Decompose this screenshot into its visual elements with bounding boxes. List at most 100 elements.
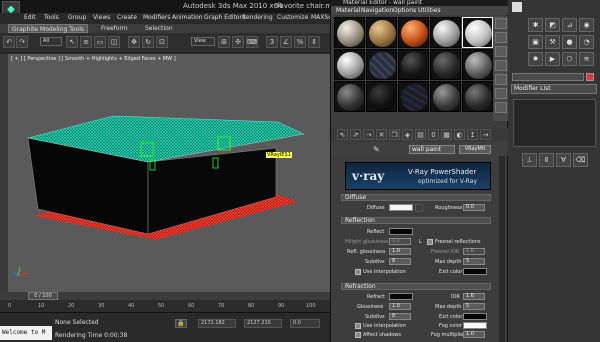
redo-icon[interactable]: ↷: [16, 36, 28, 48]
diffuse-color-swatch[interactable]: [389, 204, 413, 211]
options-icon[interactable]: [495, 102, 507, 113]
material-slot-10[interactable]: [462, 49, 493, 80]
object-name-field[interactable]: [512, 73, 584, 81]
section-refraction[interactable]: Refraction: [341, 283, 491, 290]
material-slot-5-active[interactable]: [462, 17, 493, 48]
geometry-icon[interactable]: ●: [562, 35, 577, 49]
rect-selection-icon[interactable]: ▭: [94, 36, 106, 48]
tab-graphite-modeling[interactable]: Graphite Modeling Tools: [8, 24, 89, 33]
selection-filter-dropdown[interactable]: All: [40, 37, 62, 46]
refl-exit-color-swatch[interactable]: [463, 268, 487, 275]
put-to-scene-icon[interactable]: ⇗: [350, 129, 361, 140]
material-slot-1[interactable]: [334, 17, 365, 48]
refl-interp-checkbox[interactable]: [355, 269, 361, 275]
material-slot-7[interactable]: [366, 49, 397, 80]
reflect-color-swatch[interactable]: [389, 228, 413, 235]
me-menu-material[interactable]: Material: [336, 7, 360, 14]
material-slot-11[interactable]: [334, 81, 365, 112]
go-forward-sibling-icon[interactable]: →: [480, 129, 491, 140]
fresnel-checkbox[interactable]: [427, 239, 433, 245]
material-slot-9[interactable]: [430, 49, 461, 80]
menu-modifiers[interactable]: Modifiers: [143, 14, 170, 21]
diffuse-map-button[interactable]: [415, 204, 423, 212]
menu-create[interactable]: Create: [117, 14, 137, 21]
refr-glossiness-spinner[interactable]: 1.0: [389, 303, 411, 310]
refl-max-depth-spinner[interactable]: 5: [463, 258, 485, 265]
z-coordinate[interactable]: 0.0: [290, 319, 320, 328]
modifier-stack[interactable]: [513, 99, 596, 147]
fog-multiplier-spinner[interactable]: 1.0: [463, 331, 485, 338]
utilities-panel-icon[interactable]: ⚒: [545, 35, 560, 49]
copy-material-icon[interactable]: ❐: [389, 129, 400, 140]
track-bar[interactable]: 0 10 20 30 40 50 60 70 80 90 100: [0, 300, 330, 313]
fresnel-ior-spinner[interactable]: 1.6: [463, 248, 485, 255]
make-preview-icon[interactable]: [495, 88, 507, 99]
tab-freeform[interactable]: Freeform: [98, 24, 131, 33]
hierarchy-panel-icon[interactable]: ⊿: [562, 18, 577, 32]
put-to-library-icon[interactable]: ▤: [415, 129, 426, 140]
menu-edit[interactable]: Edit: [24, 14, 36, 21]
display-panel-icon[interactable]: ▣: [528, 35, 543, 49]
material-slot-3[interactable]: [398, 17, 429, 48]
section-diffuse[interactable]: Diffuse: [341, 194, 491, 201]
undo-icon[interactable]: ↶: [3, 36, 15, 48]
material-slot-14[interactable]: [430, 81, 461, 112]
material-slot-12[interactable]: [366, 81, 397, 112]
refract-color-swatch[interactable]: [389, 293, 413, 300]
menu-views[interactable]: Views: [93, 14, 110, 21]
window-crossing-icon[interactable]: ◫: [108, 36, 120, 48]
spinner-snap-icon[interactable]: ⇕: [308, 36, 320, 48]
pivot-icon[interactable]: ⊞: [218, 36, 230, 48]
material-slot-15[interactable]: [462, 81, 493, 112]
menu-customize[interactable]: Customize: [277, 14, 309, 21]
video-color-check-icon[interactable]: [495, 74, 507, 85]
material-id-icon[interactable]: 0: [428, 129, 439, 140]
fog-color-swatch[interactable]: [463, 322, 487, 329]
shapes-icon[interactable]: ◔: [579, 35, 594, 49]
refr-interp-checkbox[interactable]: [355, 323, 361, 329]
me-menu-utilities[interactable]: Utilities: [418, 7, 441, 14]
backlight-icon[interactable]: [495, 32, 507, 43]
material-slot-6[interactable]: [334, 49, 365, 80]
material-slot-8[interactable]: [398, 49, 429, 80]
lights-icon[interactable]: ✹: [528, 52, 543, 66]
select-by-name-icon[interactable]: ≡: [80, 36, 92, 48]
motion-panel-icon[interactable]: ◉: [579, 18, 594, 32]
affect-shadows-checkbox[interactable]: [355, 332, 361, 338]
material-slot-4[interactable]: [430, 17, 461, 48]
object-color-swatch[interactable]: [586, 73, 594, 81]
background-icon[interactable]: [495, 46, 507, 57]
refr-subdivs-spinner[interactable]: 8: [389, 313, 411, 320]
y-coordinate[interactable]: 2127.215: [244, 319, 282, 328]
refr-exit-color-swatch[interactable]: [463, 313, 487, 320]
section-reflection[interactable]: Reflection: [341, 217, 491, 224]
tab-selection[interactable]: Selection: [142, 24, 176, 33]
create-panel-icon[interactable]: ✱: [528, 18, 543, 32]
time-slider[interactable]: 0 / 100: [28, 292, 58, 300]
helpers-icon[interactable]: ⬡: [562, 52, 577, 66]
select-manipulate-icon[interactable]: ✣: [232, 36, 244, 48]
percent-snap-icon[interactable]: %: [294, 36, 306, 48]
keyboard-shortcut-icon[interactable]: ⌨: [246, 36, 258, 48]
sample-uv-tiling-icon[interactable]: [495, 60, 507, 71]
make-unique-icon[interactable]: ◈: [402, 129, 413, 140]
go-to-parent-icon[interactable]: ↥: [467, 129, 478, 140]
lock-hilight-toggle[interactable]: L: [419, 239, 422, 245]
refl-glossiness-spinner[interactable]: 1.0: [389, 248, 411, 255]
get-material-icon[interactable]: ⇖: [337, 129, 348, 140]
sample-type-icon[interactable]: [495, 18, 507, 29]
assign-to-selection-icon[interactable]: ⇢: [363, 129, 374, 140]
move-icon[interactable]: ✥: [128, 36, 140, 48]
hilight-glossiness-spinner[interactable]: 1.0: [389, 238, 411, 245]
x-coordinate[interactable]: 2172.182: [198, 319, 236, 328]
pick-material-icon[interactable]: ✎: [373, 145, 380, 154]
select-object-icon[interactable]: ↖: [66, 36, 78, 48]
cameras-icon[interactable]: ▶: [545, 52, 560, 66]
material-type-button[interactable]: VRayMtl: [459, 145, 491, 154]
scale-icon[interactable]: ⊡: [156, 36, 168, 48]
remove-modifier-icon[interactable]: ⌫: [573, 153, 588, 167]
modifier-list-dropdown[interactable]: Modifier List: [511, 84, 597, 94]
menu-group[interactable]: Group: [68, 14, 86, 21]
reset-map-icon[interactable]: ✕: [376, 129, 387, 140]
make-unique-stack-icon[interactable]: ∀: [556, 153, 571, 167]
